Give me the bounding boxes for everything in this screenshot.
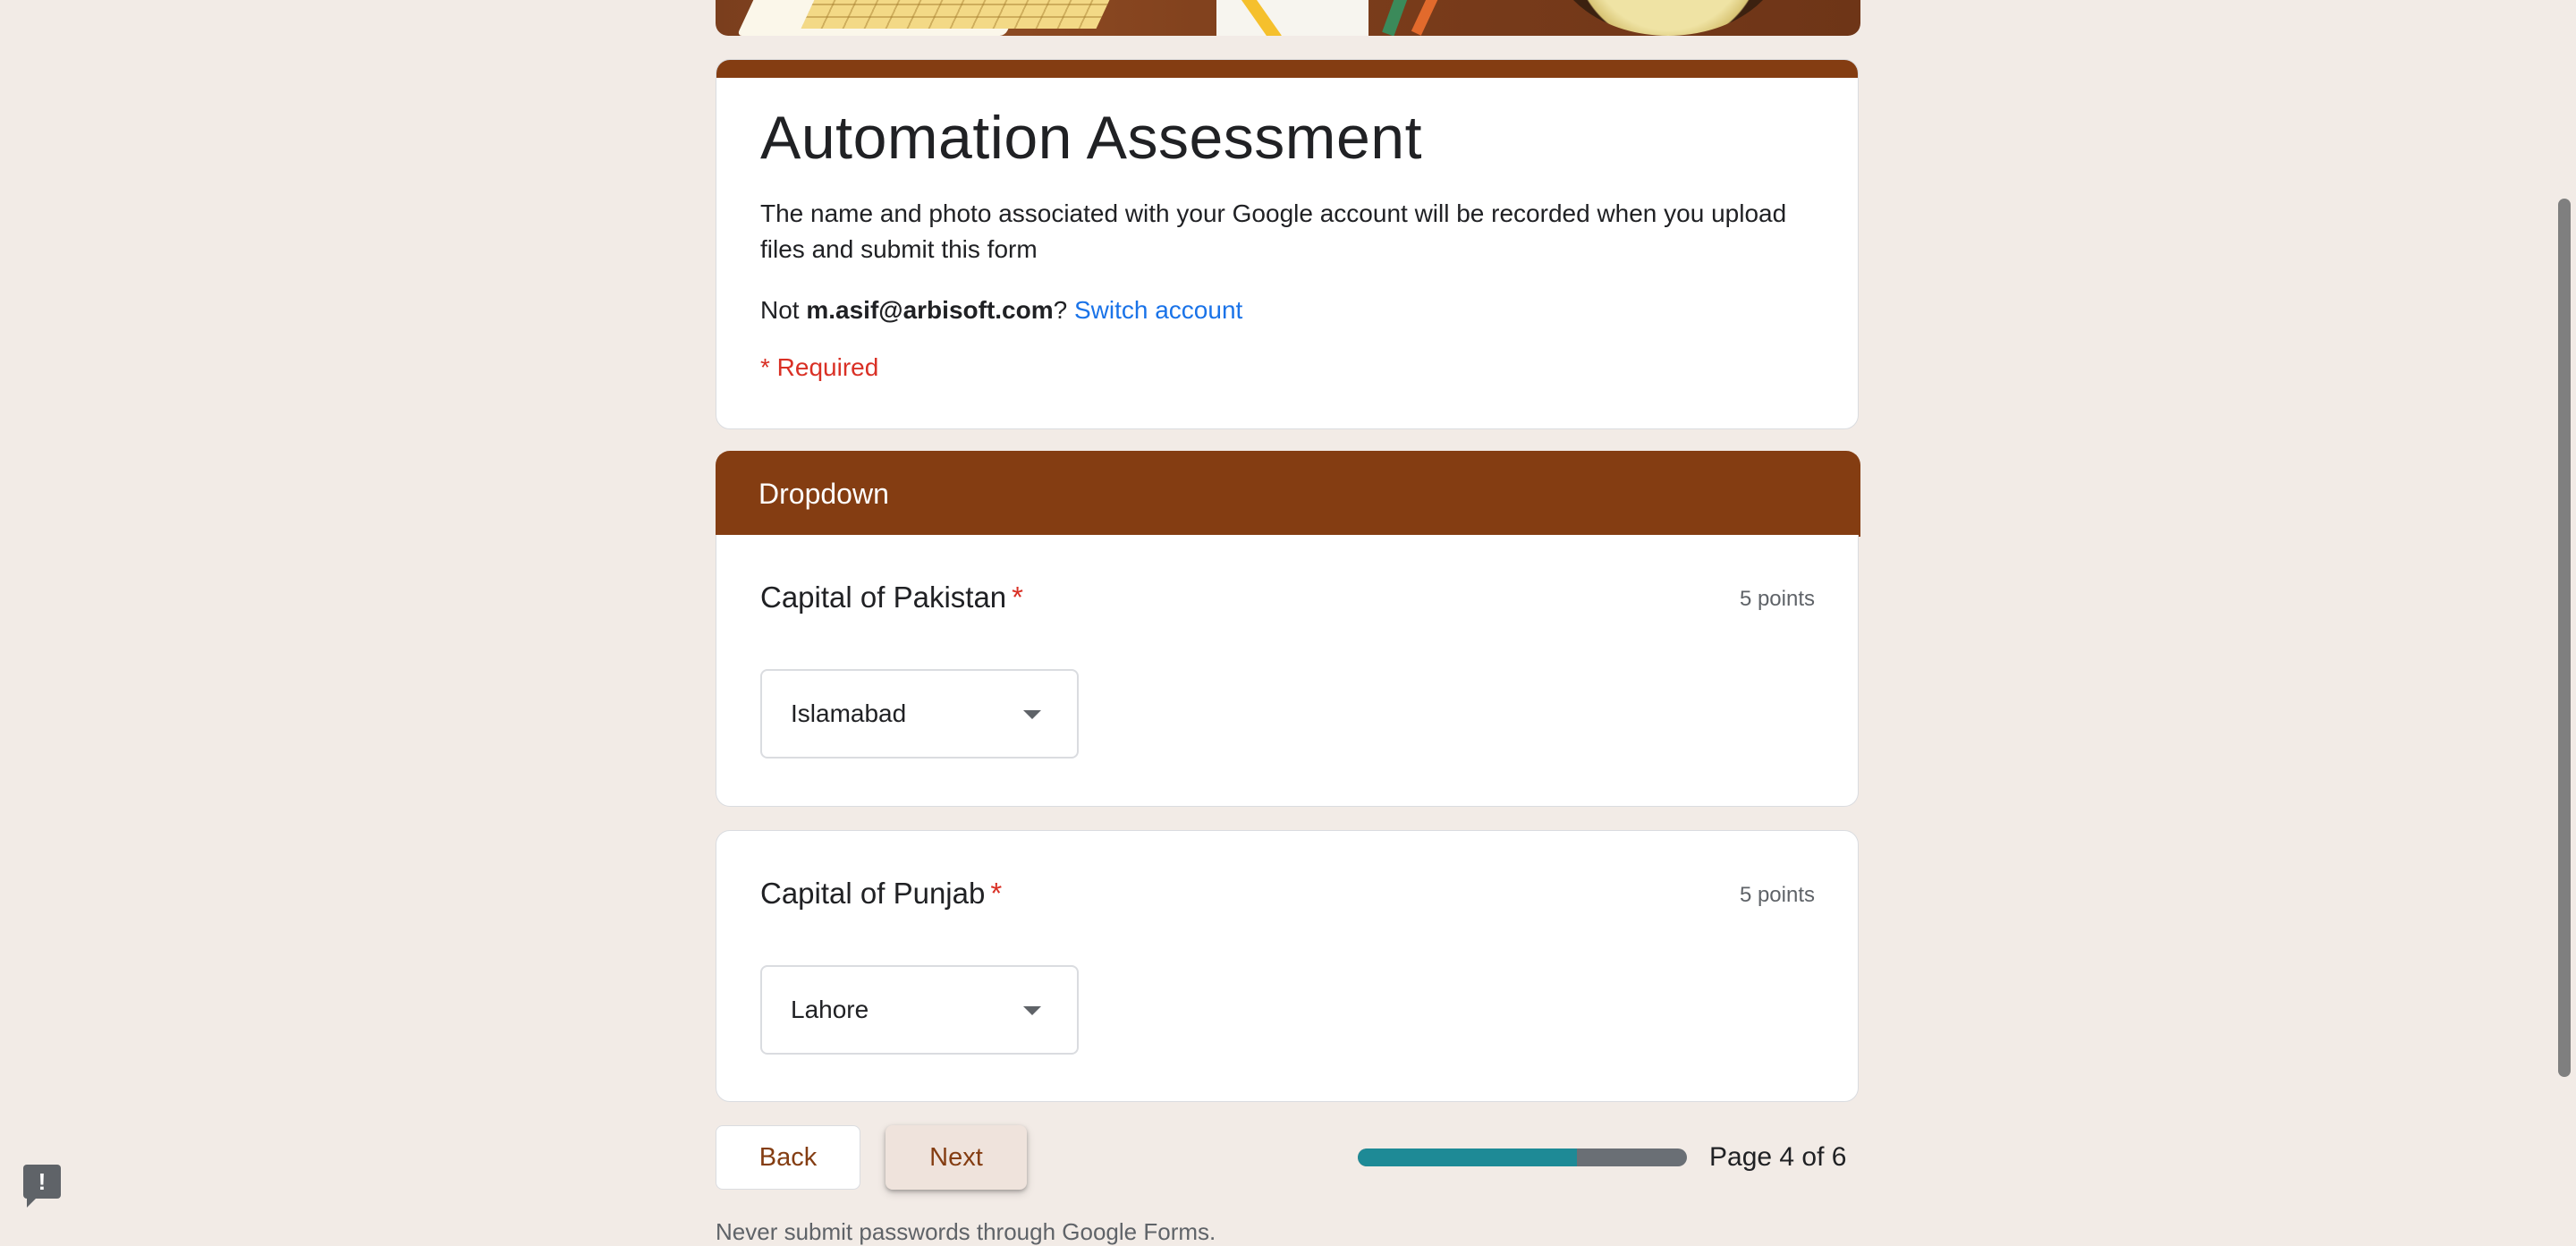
question-label: Capital of Pakistan: [760, 581, 1007, 614]
question-card: Capital of Punjab * 5 points Lahore: [716, 830, 1859, 1102]
progress-bar: [1358, 1149, 1687, 1166]
capital-of-punjab-dropdown[interactable]: Lahore: [760, 965, 1079, 1055]
page-indicator: Page 4 of 6: [1709, 1142, 1847, 1172]
question-points: 5 points: [1739, 883, 1815, 907]
question-title: Capital of Punjab *: [760, 874, 1002, 913]
form-description: The name and photo associated with your …: [760, 199, 1787, 263]
account-suffix: ?: [1053, 296, 1068, 324]
next-button[interactable]: Next: [886, 1125, 1027, 1190]
report-feedback-icon[interactable]: !: [23, 1165, 61, 1208]
question-points: 5 points: [1739, 587, 1815, 611]
scrollbar-thumb[interactable]: [2558, 199, 2571, 1077]
form-title: Automation Assessment: [760, 104, 1422, 172]
progress-bar-fill: [1358, 1149, 1578, 1166]
account-notice: Not m.asif@arbisoft.com? Switch account: [760, 292, 1242, 328]
required-asterisk: *: [990, 877, 1003, 910]
arrow-drop-down-icon: [1023, 1006, 1041, 1015]
section-title: Dropdown: [758, 477, 889, 510]
switch-account-link[interactable]: Switch account: [1074, 296, 1242, 324]
section-header: Dropdown: [716, 451, 1860, 537]
account-prefix: Not: [760, 296, 800, 324]
dropdown-selected-value: Lahore: [791, 996, 869, 1023]
theme-accent-bar: [716, 60, 1858, 78]
page-scrollbar[interactable]: [2555, 0, 2576, 1233]
account-email: m.asif@arbisoft.com: [806, 296, 1054, 324]
question-card: Capital of Pakistan * 5 points Islamabad: [716, 535, 1859, 807]
header-banner-image: [716, 0, 1860, 36]
required-note: * Required: [760, 353, 879, 381]
question-label: Capital of Punjab: [760, 877, 986, 910]
back-button[interactable]: Back: [716, 1125, 860, 1190]
required-asterisk: *: [1012, 581, 1023, 614]
capital-of-pakistan-dropdown[interactable]: Islamabad: [760, 669, 1079, 759]
question-title: Capital of Pakistan *: [760, 578, 1023, 617]
arrow-drop-down-icon: [1023, 710, 1041, 719]
dropdown-selected-value: Islamabad: [791, 699, 907, 727]
form-header-card: Automation Assessment The name and photo…: [716, 59, 1859, 429]
